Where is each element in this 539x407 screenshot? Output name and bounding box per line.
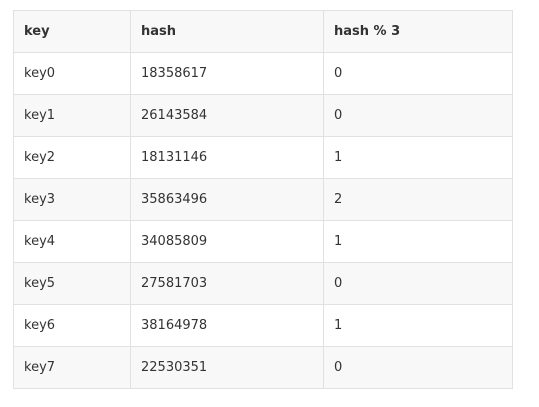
cell-hash-mod-3: 1 [323,136,513,179]
table-row: key3 35863496 2 [13,178,513,221]
cell-key: key1 [13,94,131,137]
table-row: key1 26143584 0 [13,94,513,137]
cell-hash: 22530351 [130,346,324,389]
cell-hash: 38164978 [130,304,324,347]
table-row: key0 18358617 0 [13,52,513,95]
cell-hash-mod-3: 0 [323,52,513,95]
column-header-key: key [13,10,131,53]
table-row: key4 34085809 1 [13,220,513,263]
cell-key: key4 [13,220,131,263]
table-row: key7 22530351 0 [13,346,513,389]
cell-hash: 34085809 [130,220,324,263]
cell-key: key5 [13,262,131,305]
cell-hash-mod-3: 0 [323,94,513,137]
table-row: key2 18131146 1 [13,136,513,179]
cell-hash-mod-3: 2 [323,178,513,221]
table-header: key hash hash % 3 [13,10,513,53]
cell-hash-mod-3: 0 [323,346,513,389]
hash-table-container: key hash hash % 3 key0 18358617 0 key1 2… [13,10,513,389]
table-body: key0 18358617 0 key1 26143584 0 key2 181… [13,52,513,389]
cell-hash: 18131146 [130,136,324,179]
cell-hash: 26143584 [130,94,324,137]
hash-table: key hash hash % 3 key0 18358617 0 key1 2… [13,10,513,389]
cell-key: key7 [13,346,131,389]
cell-hash: 35863496 [130,178,324,221]
header-row: key hash hash % 3 [13,10,513,53]
cell-key: key2 [13,136,131,179]
column-header-hash: hash [130,10,324,53]
cell-hash-mod-3: 1 [323,304,513,347]
table-row: key6 38164978 1 [13,304,513,347]
cell-key: key6 [13,304,131,347]
column-header-hash-mod-3: hash % 3 [323,10,513,53]
cell-hash: 18358617 [130,52,324,95]
cell-hash-mod-3: 0 [323,262,513,305]
cell-hash: 27581703 [130,262,324,305]
table-row: key5 27581703 0 [13,262,513,305]
cell-key: key3 [13,178,131,221]
cell-key: key0 [13,52,131,95]
cell-hash-mod-3: 1 [323,220,513,263]
